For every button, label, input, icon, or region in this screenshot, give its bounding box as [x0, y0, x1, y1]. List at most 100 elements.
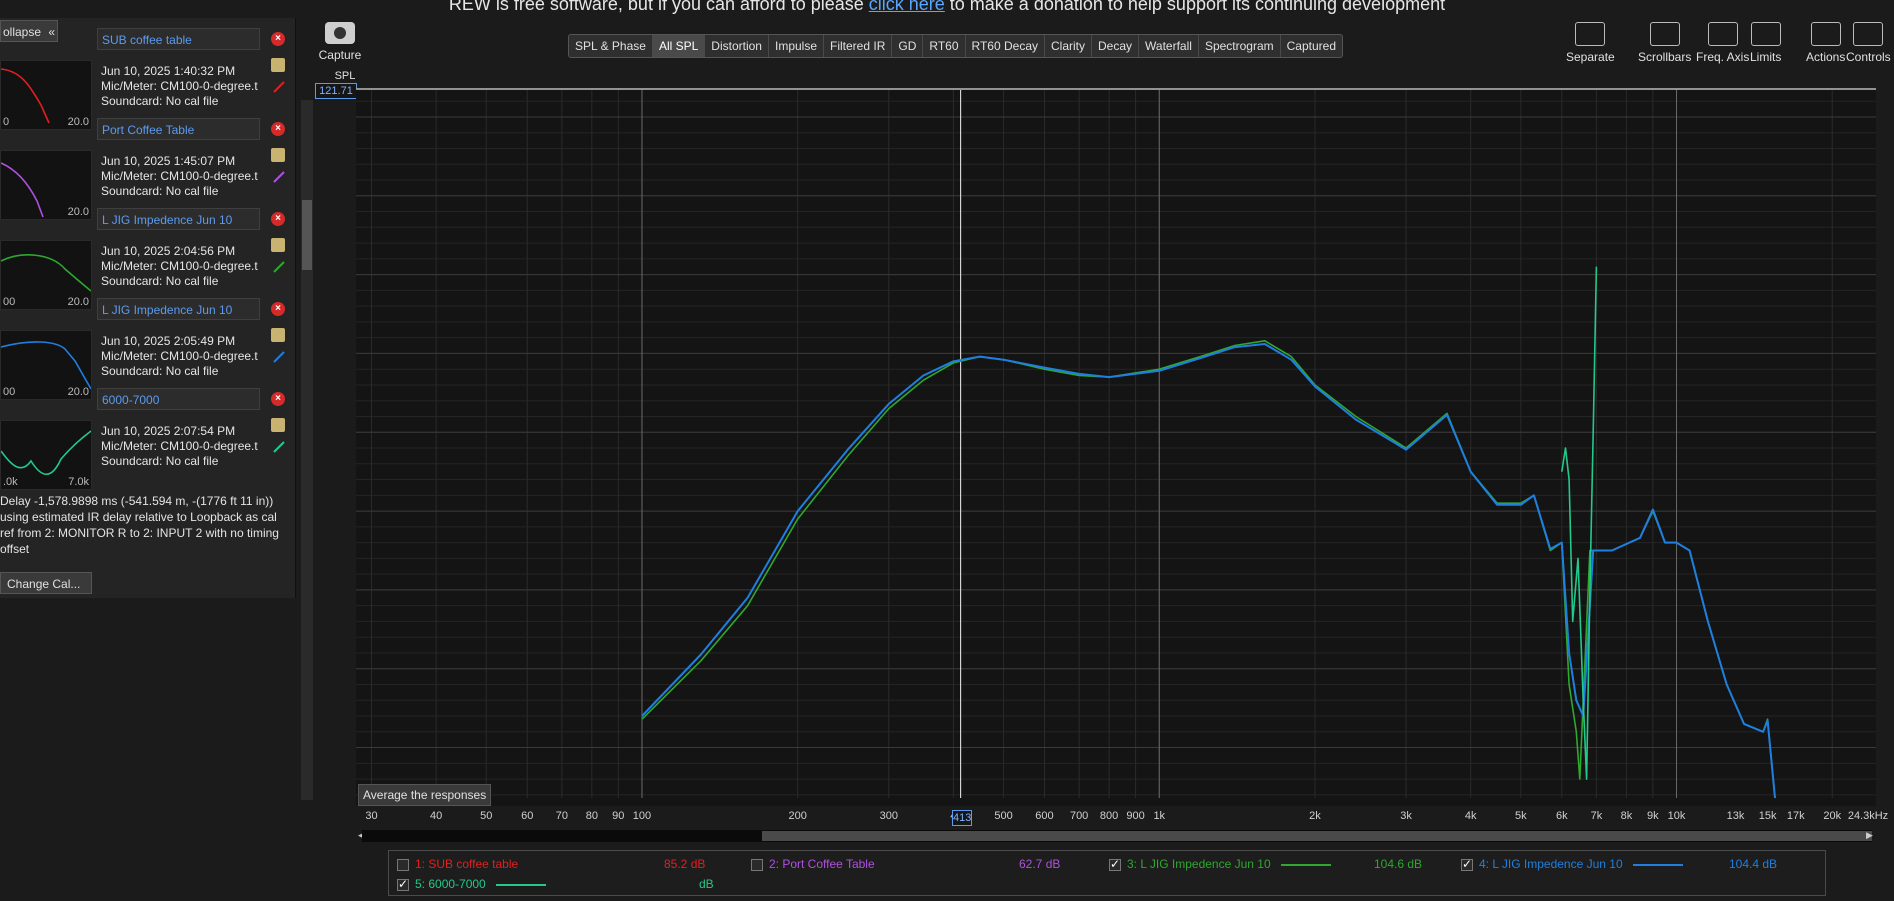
- tab-all-spl[interactable]: All SPL: [652, 35, 706, 57]
- tab-rt60-decay[interactable]: RT60 Decay: [966, 35, 1045, 57]
- scrollbars-icon: [1649, 22, 1680, 46]
- trace-color-icon[interactable]: [272, 350, 286, 364]
- separate-button[interactable]: Separate: [1566, 22, 1615, 64]
- freq-scrollbar-thumb[interactable]: [762, 831, 1872, 841]
- measurement-mic: Mic/Meter: CM100-0-degree.t: [101, 79, 258, 93]
- remove-measurement-icon[interactable]: ×: [271, 392, 285, 406]
- actions-button[interactable]: Actions: [1806, 22, 1845, 64]
- x-tick-label: 1k: [1153, 810, 1166, 822]
- tool-label: Freq. Axis: [1696, 50, 1750, 64]
- collapse-label: ollapse: [3, 25, 42, 39]
- controls-button[interactable]: Controls: [1846, 22, 1891, 64]
- remove-measurement-icon[interactable]: ×: [271, 122, 285, 136]
- legend-checkbox[interactable]: [1461, 857, 1473, 871]
- trace-color-icon[interactable]: [272, 80, 286, 94]
- tab-impulse[interactable]: Impulse: [769, 35, 825, 57]
- tab-filtered-ir[interactable]: Filtered IR: [824, 35, 893, 57]
- tab-waterfall[interactable]: Waterfall: [1139, 35, 1199, 57]
- collapse-button[interactable]: ollapse «: [0, 20, 58, 42]
- thumbnail-left-label: 00: [3, 296, 16, 308]
- freq-scrollbar[interactable]: [362, 830, 1872, 842]
- measurement-tool-icon[interactable]: [271, 238, 285, 252]
- measurement-mic: Mic/Meter: CM100-0-degree.t: [101, 259, 258, 273]
- cursor-freq-box[interactable]: 413: [952, 810, 972, 826]
- legend-checkbox[interactable]: [1109, 857, 1121, 871]
- measurement-name-input[interactable]: Port Coffee Table: [97, 118, 260, 140]
- legend-value: 104.4 dB: [1729, 857, 1778, 871]
- donation-link[interactable]: click here: [869, 0, 945, 14]
- capture-button[interactable]: Capture: [315, 22, 365, 62]
- measurement-thumbnail[interactable]: 20.0: [0, 150, 92, 220]
- remove-measurement-icon[interactable]: ×: [271, 32, 285, 46]
- measurement-name-input[interactable]: SUB coffee table: [97, 28, 260, 50]
- scroll-right-arrow[interactable]: ▶: [1866, 830, 1873, 841]
- graph-tabs: SPL & Phase All SPL Distortion Impulse Filte…: [568, 34, 1344, 58]
- freq-axis-button[interactable]: Freq. Axis: [1696, 22, 1749, 64]
- measurement-name-input[interactable]: 6000-7000: [97, 388, 260, 410]
- legend-item: 4: L JIG Impedence Jun 10: [1461, 857, 1693, 871]
- limits-button[interactable]: Limits: [1750, 22, 1781, 64]
- measurement-details: Jun 10, 2025 2:07:54 PM Mic/Meter: CM100…: [101, 424, 267, 469]
- spl-graph[interactable]: 80859095100105110115120: [356, 88, 1876, 806]
- scrollbars-button[interactable]: Scrollbars: [1638, 22, 1691, 64]
- tool-label: Actions: [1806, 50, 1846, 64]
- measurement-thumbnail[interactable]: .0k 7.0k: [0, 420, 92, 490]
- measurement-tool-icon[interactable]: [271, 418, 285, 432]
- trace-color-icon[interactable]: [272, 440, 286, 454]
- average-responses-button[interactable]: Average the responses: [358, 784, 492, 806]
- tab-gd[interactable]: GD: [892, 35, 924, 57]
- tab-decay[interactable]: Decay: [1092, 35, 1140, 57]
- y-max-input[interactable]: 121.71: [315, 83, 357, 99]
- legend-value: 85.2 dB: [664, 857, 706, 871]
- x-tick-label: 200: [788, 810, 807, 822]
- panel-scrollbar-thumb[interactable]: [302, 200, 312, 270]
- measurement-thumbnail[interactable]: 00 20.0: [0, 240, 92, 310]
- x-tick-label: 30: [365, 810, 378, 822]
- x-tick-label: 20k: [1823, 810, 1842, 822]
- measurement-thumbnail[interactable]: 00 20.0: [0, 330, 92, 400]
- legend-item: 1: SUB coffee table: [397, 857, 518, 871]
- legend-label: 2: Port Coffee Table: [769, 857, 875, 871]
- measurement-mic: Mic/Meter: CM100-0-degree.t: [101, 439, 258, 453]
- tab-distortion[interactable]: Distortion: [705, 35, 769, 57]
- measurement-name-input[interactable]: L JIG Impedence Jun 10: [97, 208, 260, 230]
- measurement-tool-icon[interactable]: [271, 58, 285, 72]
- x-tick-label: 80: [585, 810, 598, 822]
- remove-measurement-icon[interactable]: ×: [271, 212, 285, 226]
- tab-spectrogram[interactable]: Spectrogram: [1199, 35, 1281, 57]
- tool-label: Scrollbars: [1638, 50, 1692, 64]
- legend-checkbox[interactable]: [751, 858, 763, 871]
- banner-prefix: REW is free software, but if you can aff…: [448, 0, 869, 14]
- tab-rt60[interactable]: RT60: [923, 35, 966, 57]
- x-tick-label: 2k: [1309, 810, 1321, 822]
- donation-banner: REW is free software, but if you can aff…: [0, 0, 1894, 15]
- x-tick-label: 300: [879, 810, 898, 822]
- trace-color-icon[interactable]: [272, 260, 286, 274]
- tab-clarity[interactable]: Clarity: [1045, 35, 1093, 57]
- legend-checkbox[interactable]: [397, 858, 409, 871]
- tab-spl-phase[interactable]: SPL & Phase: [569, 35, 653, 57]
- y-axis-label: SPL: [334, 70, 356, 82]
- trace-color-icon[interactable]: [272, 170, 286, 184]
- x-tick-label: 4k: [1464, 810, 1477, 822]
- actions-icon: [1810, 22, 1841, 46]
- x-tick-label: 24.3kHz: [1847, 810, 1889, 822]
- remove-measurement-icon[interactable]: ×: [271, 302, 285, 316]
- banner-suffix: to make a donation to help support its c…: [944, 0, 1446, 14]
- tab-captured[interactable]: Captured: [1281, 35, 1342, 57]
- measurement-tool-icon[interactable]: [271, 148, 285, 162]
- x-tick-label: 3k: [1400, 810, 1412, 822]
- measurement-thumbnail[interactable]: 0 20.0: [0, 60, 92, 130]
- measurement-tool-icon[interactable]: [271, 328, 285, 342]
- thumbnail-left-label: 0: [3, 116, 10, 128]
- legend-checkbox[interactable]: [397, 877, 409, 891]
- x-tick-label: 6k: [1555, 810, 1568, 822]
- measurement-details: Jun 10, 2025 1:40:32 PM Mic/Meter: CM100…: [101, 64, 267, 109]
- panel-scrollbar[interactable]: [301, 100, 313, 800]
- measurement-name-input[interactable]: L JIG Impedence Jun 10: [97, 298, 260, 320]
- limits-icon: [1750, 22, 1781, 46]
- change-cal-button[interactable]: Change Cal...: [0, 572, 92, 594]
- x-tick-label: 8k: [1620, 810, 1633, 822]
- thumbnail-right-label: 20.0: [67, 386, 89, 398]
- thumbnail-left-label: 00: [3, 386, 16, 398]
